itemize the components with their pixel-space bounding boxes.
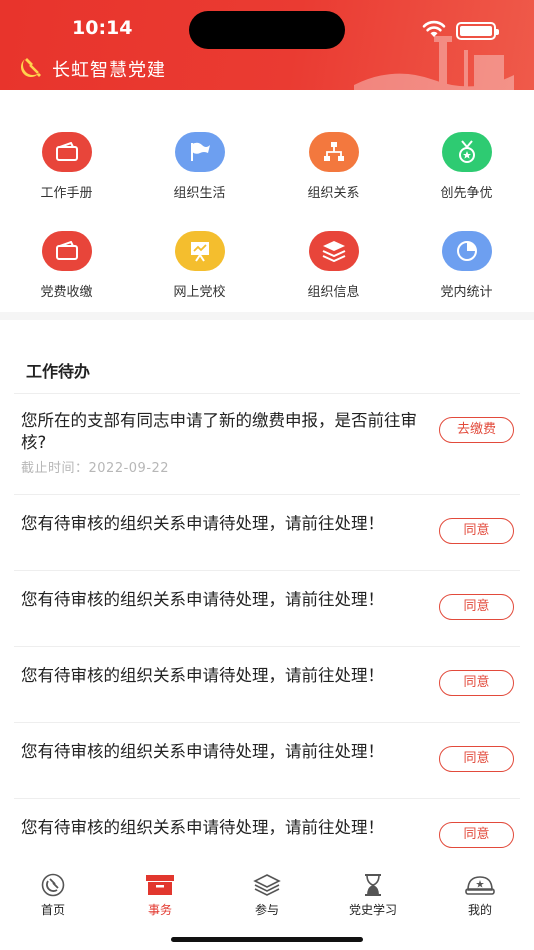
todo-section: 工作待办 您所在的支部有同志申请了新的缴费申报，是否前往审核? 截止时间：202… — [0, 320, 534, 865]
todo-text: 您有待审核的组织关系申请待处理，请前往处理！ — [21, 590, 384, 609]
grid-label: 党内统计 — [440, 285, 493, 300]
grid-item-dues-collection[interactable]: 党费收缴 — [0, 231, 133, 300]
app-title: 长虹智慧党建 — [52, 60, 166, 81]
tab-label: 首页 — [40, 903, 65, 917]
party-emblem-icon — [0, 873, 106, 897]
grid-label: 组织信息 — [307, 285, 360, 300]
tab-home[interactable]: 首页 — [0, 873, 106, 918]
todo-item[interactable]: 您有待审核的组织关系申请待处理，请前往处理！ 同意 — [14, 723, 520, 799]
grid-item-party-stats[interactable]: 党内统计 — [400, 231, 533, 300]
party-emblem-icon — [18, 54, 44, 84]
grid-label: 组织关系 — [307, 186, 360, 201]
approve-button[interactable]: 同意 — [439, 518, 514, 544]
grid-item-work-manual[interactable]: 工作手册 — [0, 132, 133, 201]
inbox-icon — [107, 873, 213, 897]
grid-item-org-life[interactable]: 组织生活 — [133, 132, 266, 201]
function-grid: 工作手册 组织生活 组织关系 创先争优 党费收缴 网上党校 组织信息 党内统计 — [0, 90, 534, 312]
grid-item-org-info[interactable]: 组织信息 — [267, 231, 400, 300]
pay-dues-button[interactable]: 去缴费 — [439, 417, 514, 443]
monument-decoration-icon — [354, 36, 514, 90]
layers-icon — [308, 231, 359, 271]
grid-label: 党费收缴 — [40, 285, 93, 300]
todo-item[interactable]: 您所在的支部有同志申请了新的缴费申报，是否前往审核? 截止时间：2022-09-… — [14, 394, 520, 495]
pie-chart-icon — [441, 231, 492, 271]
todo-item[interactable]: 您有待审核的组织关系申请待处理，请前往处理！ 同意 — [14, 495, 520, 571]
header: 10:14 长虹智慧党建 — [0, 0, 534, 90]
todo-deadline: 截止时间：2022-09-22 — [21, 461, 170, 476]
grid-item-org-relations[interactable]: 组织关系 — [267, 132, 400, 201]
todo-text: 您有待审核的组织关系申请待处理，请前往处理！ — [21, 514, 384, 533]
presentation-board-icon — [174, 231, 225, 271]
home-indicator — [171, 937, 363, 942]
todo-item[interactable]: 您有待审核的组织关系申请待处理，请前往处理！ 同意 — [14, 799, 520, 865]
todo-text: 您有待审核的组织关系申请待处理，请前往处理！ — [21, 818, 384, 837]
tab-label: 我的 — [467, 903, 492, 917]
tab-participate[interactable]: 参与 — [214, 873, 320, 918]
todo-item[interactable]: 您有待审核的组织关系申请待处理，请前往处理！ 同意 — [14, 571, 520, 647]
tab-party-history[interactable]: 党史学习 — [320, 873, 426, 918]
app-screen: 10:14 长虹智慧党建 工作手册 组织生活 组织关系 创先争优 党费收缴 网上… — [0, 0, 534, 950]
approve-button[interactable]: 同意 — [439, 746, 514, 772]
layers-icon — [214, 873, 320, 897]
todo-item[interactable]: 您有待审核的组织关系申请待处理，请前往处理！ 同意 — [14, 647, 520, 723]
hourglass-icon — [320, 873, 426, 897]
tab-label: 党史学习 — [348, 903, 397, 917]
tab-affairs[interactable]: 事务 — [107, 873, 213, 918]
grid-label: 网上党校 — [173, 285, 226, 300]
tab-profile[interactable]: 我的 — [427, 873, 533, 918]
todo-section-title: 工作待办 — [26, 362, 91, 381]
org-chart-icon — [308, 132, 359, 172]
grid-label: 组织生活 — [173, 186, 226, 201]
app-title-row: 长虹智慧党建 — [18, 54, 166, 84]
grid-item-online-school[interactable]: 网上党校 — [133, 231, 266, 300]
approve-button[interactable]: 同意 — [439, 670, 514, 696]
grid-item-excellence[interactable]: 创先争优 — [400, 132, 533, 201]
tab-label: 参与 — [254, 903, 279, 917]
medal-icon — [441, 132, 492, 172]
grid-label: 工作手册 — [40, 186, 93, 201]
tab-label: 事务 — [147, 903, 172, 917]
todo-text: 您所在的支部有同志申请了新的缴费申报，是否前往审核? — [21, 411, 417, 452]
wallet-icon — [41, 132, 92, 172]
todo-text: 您有待审核的组织关系申请待处理，请前往处理！ — [21, 666, 384, 685]
todo-text: 您有待审核的组织关系申请待处理，请前往处理！ — [21, 742, 384, 761]
approve-button[interactable]: 同意 — [439, 594, 514, 620]
grid-label: 创先争优 — [440, 186, 493, 201]
status-time: 10:14 — [72, 17, 133, 39]
flag-icon — [174, 132, 225, 172]
approve-button[interactable]: 同意 — [439, 822, 514, 848]
wallet-icon — [41, 231, 92, 271]
dynamic-island — [189, 11, 345, 49]
cap-icon — [427, 873, 533, 897]
